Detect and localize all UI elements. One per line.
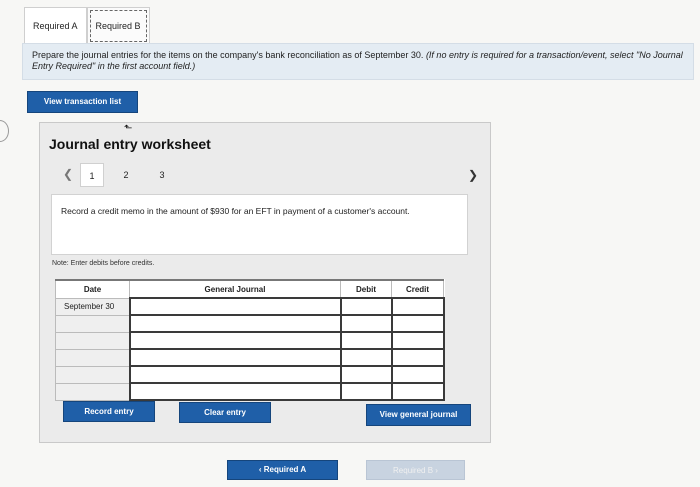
date-cell[interactable] <box>55 382 130 401</box>
account-field[interactable] <box>128 331 342 350</box>
debit-column-header: Debit <box>340 279 392 299</box>
tab-required-a[interactable]: Required A <box>24 7 87 45</box>
credit-field[interactable] <box>390 331 445 350</box>
instructions-banner: Prepare the journal entries for the item… <box>22 43 694 80</box>
account-field[interactable] <box>128 348 342 367</box>
page-tab-3[interactable]: 3 <box>150 163 174 187</box>
chevron-left-icon: ‹ <box>258 465 262 474</box>
page-tab-2[interactable]: 2 <box>114 163 138 187</box>
page-tab-1[interactable]: 1 <box>80 163 104 187</box>
table-row <box>55 382 445 401</box>
prev-button-label: Required A <box>263 465 307 474</box>
journal-table: Date General Journal Debit Credit Septem… <box>55 279 445 401</box>
next-required-b-button: Required B › <box>366 460 465 480</box>
table-row <box>55 314 445 333</box>
worksheet-title: Journal entry worksheet <box>49 136 211 152</box>
chevron-right-icon[interactable]: ❯ <box>468 168 478 182</box>
memo-text: Record a credit memo in the amount of $9… <box>61 206 410 216</box>
transaction-memo: Record a credit memo in the amount of $9… <box>51 194 468 255</box>
debit-field[interactable] <box>339 297 393 316</box>
date-cell[interactable] <box>55 314 130 333</box>
date-cell[interactable] <box>55 331 130 350</box>
credit-field[interactable] <box>390 382 445 401</box>
table-row <box>55 365 445 384</box>
account-field[interactable] <box>128 365 342 384</box>
general-journal-column-header: General Journal <box>129 279 341 299</box>
mouse-cursor-icon: ⬑ <box>124 123 133 134</box>
credit-field[interactable] <box>390 365 445 384</box>
date-cell[interactable] <box>55 365 130 384</box>
debit-field[interactable] <box>339 331 393 350</box>
date-cell[interactable] <box>55 348 130 367</box>
credit-field[interactable] <box>390 297 445 316</box>
debit-field[interactable] <box>339 365 393 384</box>
side-marker-icon <box>0 120 9 142</box>
record-entry-button[interactable]: Record entry <box>63 401 155 422</box>
debit-field[interactable] <box>339 382 393 401</box>
credit-field[interactable] <box>390 314 445 333</box>
tab-required-b[interactable]: Required B <box>86 7 150 45</box>
instructions-text: Prepare the journal entries for the item… <box>32 50 426 60</box>
debit-field[interactable] <box>339 348 393 367</box>
view-general-journal-button[interactable]: View general journal <box>366 404 471 426</box>
table-row <box>55 348 445 367</box>
next-button-label: Required B <box>393 466 434 475</box>
account-field[interactable] <box>128 314 342 333</box>
debit-field[interactable] <box>339 314 393 333</box>
prev-required-a-button[interactable]: ‹ Required A <box>227 460 338 480</box>
table-row: September 30 <box>55 297 445 316</box>
table-row <box>55 331 445 350</box>
date-column-header: Date <box>55 279 130 299</box>
account-field[interactable] <box>128 382 342 401</box>
account-field[interactable] <box>128 297 342 316</box>
date-cell[interactable]: September 30 <box>55 297 130 316</box>
tab-bar: Required A Required B <box>24 7 150 45</box>
journal-header-row: Date General Journal Debit Credit <box>55 279 444 299</box>
clear-entry-button[interactable]: Clear entry <box>179 402 271 423</box>
view-transaction-list-button[interactable]: View transaction list <box>27 91 138 113</box>
chevron-left-icon[interactable]: ❮ <box>63 167 73 181</box>
credit-column-header: Credit <box>391 279 444 299</box>
debits-note: Note: Enter debits before credits. <box>52 260 155 267</box>
chevron-right-icon: › <box>435 466 438 475</box>
credit-field[interactable] <box>390 348 445 367</box>
